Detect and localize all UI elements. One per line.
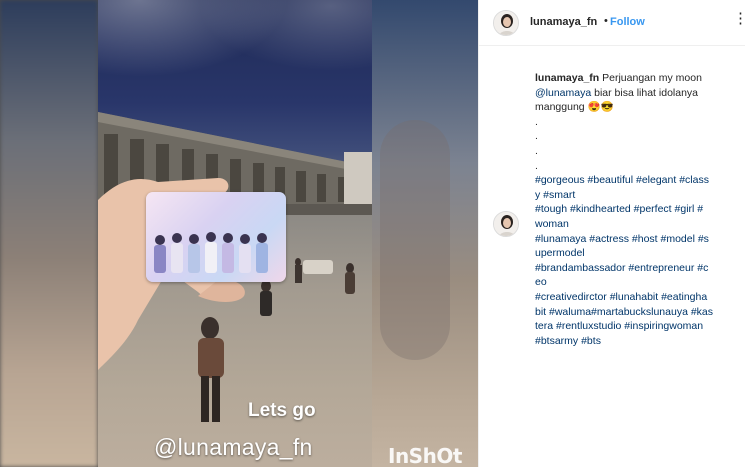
profile-picture-icon	[494, 212, 518, 236]
hashtag-line[interactable]: upermodel	[535, 246, 740, 261]
hashtag-line[interactable]: #creativedirctor #lunahabit #eatingha	[535, 290, 740, 305]
caption-text: Perjuangan my moon	[602, 72, 702, 84]
hashtags: #gorgeous #beautiful #elegant #class y #…	[535, 173, 740, 348]
dot-line: .	[535, 144, 538, 157]
dot-line: .	[535, 159, 538, 172]
dot-line: .	[535, 130, 538, 143]
emoji-text: 😍😎	[587, 101, 614, 114]
hashtag-line[interactable]: #tough #kindhearted #perfect #girl #	[535, 202, 740, 217]
follow-button[interactable]: Follow	[610, 16, 645, 28]
post-header: lunamaya_fn • Follow ⋮	[479, 0, 745, 46]
hashtag-line[interactable]: woman	[535, 217, 740, 232]
card-group-photo	[154, 232, 268, 273]
username-link[interactable]: lunamaya_fn	[530, 16, 597, 28]
caption-dots: . . . .	[535, 115, 740, 173]
video-blur-right	[372, 0, 478, 467]
hashtag-line[interactable]: tera #rentluxstudio #inspiringwoman	[535, 319, 740, 334]
profile-picture-icon	[494, 11, 518, 35]
inshot-watermark: InShOt	[388, 444, 462, 467]
avatar[interactable]	[493, 211, 519, 237]
dot-line: .	[535, 115, 538, 128]
video-overlay-text: Lets go	[248, 400, 316, 421]
hashtag-line[interactable]: #gorgeous #beautiful #elegant #class	[535, 173, 740, 188]
photo-card	[146, 192, 286, 282]
hashtag-line[interactable]: #lunamaya #actress #host #model #s	[535, 232, 740, 247]
post-media[interactable]: Lets go @lunamaya_fn InShOt	[0, 0, 478, 467]
caption-username-link[interactable]: lunamaya_fn	[535, 72, 599, 84]
caption-comment: lunamaya_fn Perjuangan my moon @lunamaya…	[535, 71, 740, 348]
hashtag-line[interactable]: #brandambassador #entrepreneur #c	[535, 261, 740, 276]
separator-dot: •	[604, 15, 608, 27]
hashtag-line[interactable]: eo	[535, 275, 740, 290]
video-overlay-handle: @lunamaya_fn	[154, 434, 313, 460]
avatar[interactable]	[493, 10, 519, 36]
hashtag-line[interactable]: bit #waluma#martabuckslunauya #kas	[535, 305, 740, 320]
hashtag-line[interactable]: y #smart	[535, 188, 740, 203]
instagram-post: Lets go @lunamaya_fn InShOt lunamaya_fn …	[0, 0, 745, 467]
mention-link[interactable]: @lunamaya	[535, 87, 591, 99]
post-side-panel: lunamaya_fn • Follow ⋮ lunamaya_fn Perju…	[478, 0, 745, 467]
more-options-icon[interactable]: ⋮	[733, 11, 745, 26]
video-blur-left	[0, 0, 98, 467]
hashtag-line[interactable]: #btsarmy #bts	[535, 334, 740, 349]
